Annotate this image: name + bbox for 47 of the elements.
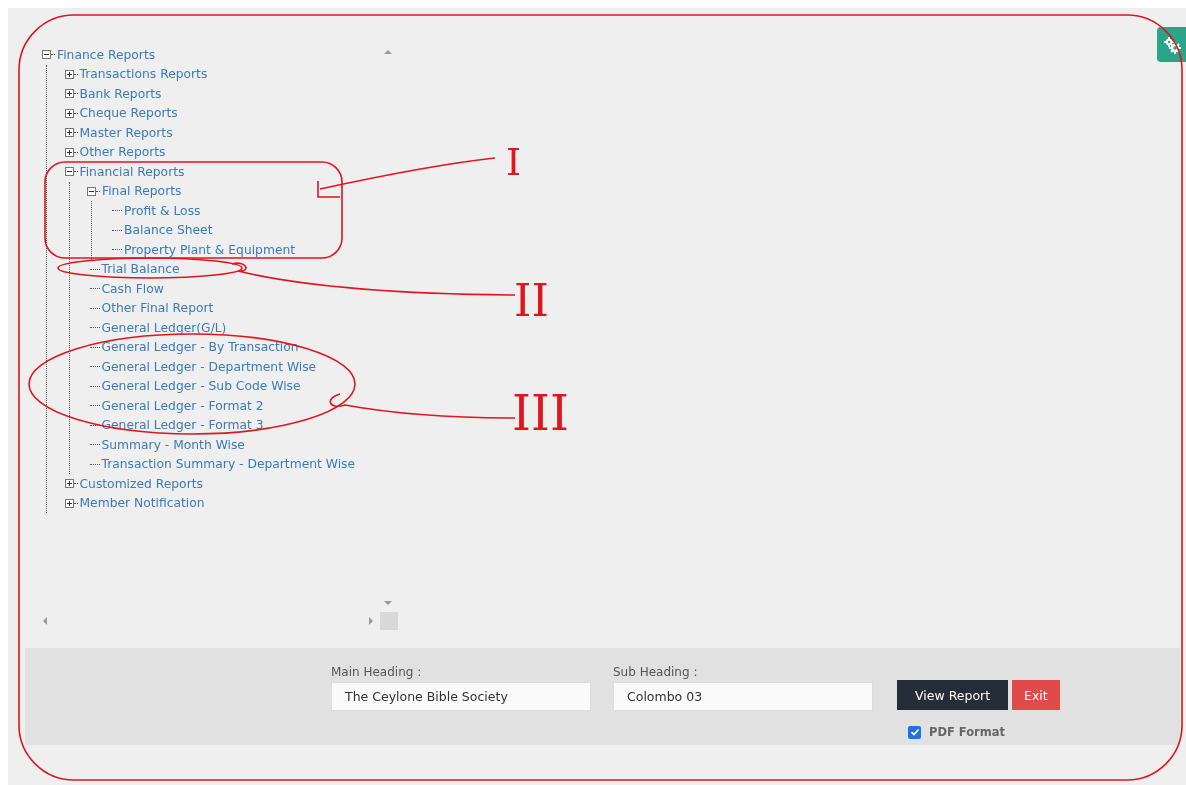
tree-item[interactable]: Customized Reports [79,476,203,491]
tree-item[interactable]: Final Reports [102,184,182,199]
tree-item[interactable]: Other Final Report [101,301,214,316]
annotation-numeral: II [514,275,549,326]
settings-button[interactable] [1157,27,1186,62]
tree-item[interactable]: Balance Sheet [124,223,213,238]
expand-icon[interactable] [64,147,74,157]
tree-item[interactable]: General Ledger - Format 3 [101,418,264,433]
collapse-icon[interactable] [64,167,74,177]
tree-item[interactable]: Bank Reports [79,86,162,101]
expand-icon[interactable] [64,479,74,489]
tree-item[interactable]: Other Reports [79,145,166,160]
field-label: Sub Heading : [613,665,699,679]
checkbox[interactable] [908,725,921,739]
tree-item[interactable]: Property Plant & Equipment [124,242,296,257]
tree-item[interactable]: General Ledger - Department Wise [101,359,317,374]
tree-item[interactable]: Profit & Loss [124,203,201,218]
tree-item[interactable]: Transactions Reports [79,67,208,82]
tree-item[interactable]: General Ledger(G/L) [101,320,227,335]
expand-icon[interactable] [64,69,74,79]
field-label: Main Heading : [331,665,423,679]
tree-item[interactable]: Trial Balance [101,262,180,277]
tree-item[interactable]: Transaction Summary - Department Wise [101,457,356,472]
expand-icon[interactable] [64,128,74,138]
main-heading-field[interactable]: The Ceylone Bible Society [331,682,591,711]
collapse-icon[interactable] [42,50,51,60]
expand-icon[interactable] [64,498,74,508]
tree-item[interactable]: Cash Flow [101,281,164,296]
collapse-icon[interactable] [87,186,96,196]
tree-item[interactable]: General Ledger - Sub Code Wise [101,379,301,394]
tree-item[interactable]: Master Reports [79,125,173,140]
expand-icon[interactable] [64,108,74,118]
tree-item[interactable]: General Ledger - By Transaction [101,340,299,355]
tree-item[interactable]: Financial Reports [79,164,185,179]
checkbox-label: PDF Format [929,725,1006,739]
annotation-numeral: I [506,140,521,184]
expand-icon[interactable] [64,89,74,99]
sub-heading-field[interactable]: Colombo 03 [613,682,873,711]
tree-item[interactable]: Cheque Reports [79,106,178,121]
tree-item[interactable]: General Ledger - Format 2 [101,398,264,413]
exit-button[interactable]: Exit [1012,680,1060,710]
tree-item[interactable]: Member Notification [79,496,205,511]
tree-item[interactable]: Finance Reports [57,47,156,62]
annotation-numeral: III [512,385,569,441]
view-report-button[interactable]: View Report [897,680,1009,710]
tree-item[interactable]: Summary - Month Wise [101,437,245,452]
settings-icon [1161,34,1182,55]
